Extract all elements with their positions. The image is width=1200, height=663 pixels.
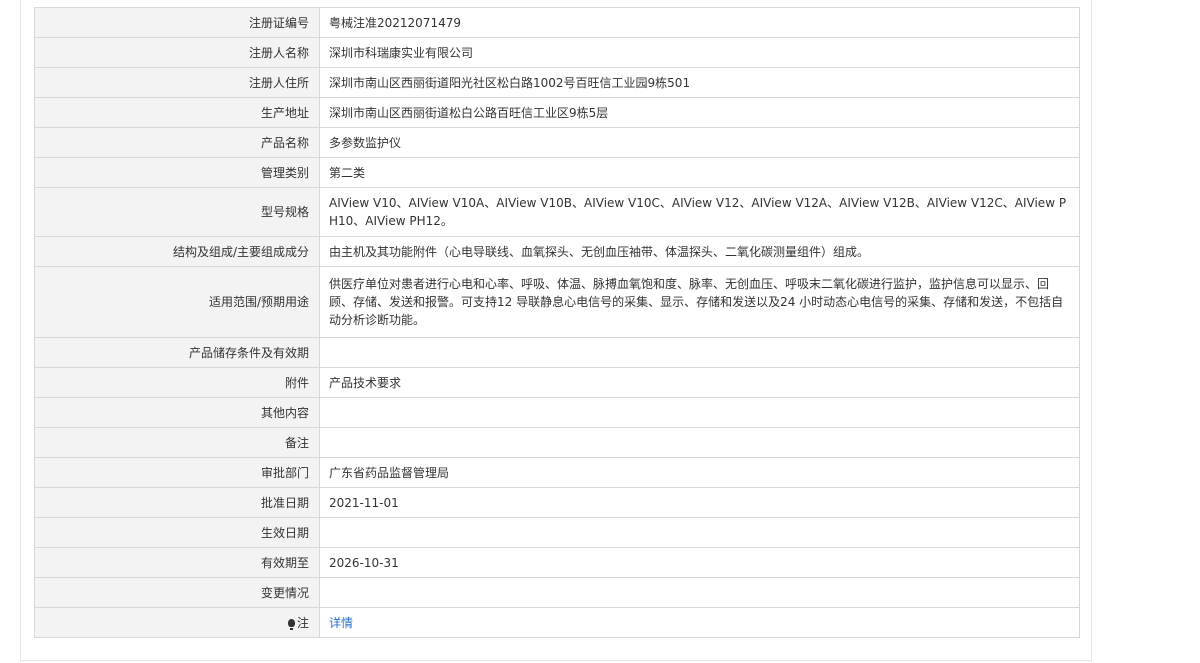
row-label: 注册证编号 <box>34 7 320 38</box>
row-label: 注册人名称 <box>34 37 320 68</box>
table-row: 注册证编号 粤械注准20212071479 <box>34 7 1080 38</box>
row-value: 粤械注准20212071479 <box>319 7 1080 38</box>
row-value: 深圳市南山区西丽街道阳光社区松白路1002号百旺信工业园9栋501 <box>319 67 1080 98</box>
row-value: AIView V10、AIView V10A、AIView V10B、AIVie… <box>319 187 1080 237</box>
row-value <box>319 337 1080 368</box>
table-row: 结构及组成/主要组成成分 由主机及其功能附件（心电导联线、血氧探头、无创血压袖带… <box>34 236 1080 267</box>
row-label: 有效期至 <box>34 547 320 578</box>
row-value: 2026-10-31 <box>319 547 1080 578</box>
table-row: 产品名称 多参数监护仪 <box>34 127 1080 158</box>
table-row: 其他内容 <box>34 397 1080 428</box>
row-value <box>319 577 1080 608</box>
row-label: 结构及组成/主要组成成分 <box>34 236 320 267</box>
row-value: 深圳市南山区西丽街道松白公路百旺信工业区9栋5层 <box>319 97 1080 128</box>
row-value: 多参数监护仪 <box>319 127 1080 158</box>
row-label: 型号规格 <box>34 187 320 237</box>
table-row: 审批部门 广东省药品监督管理局 <box>34 457 1080 488</box>
row-label: 产品名称 <box>34 127 320 158</box>
row-label: 审批部门 <box>34 457 320 488</box>
table-row: 批准日期 2021-11-01 <box>34 487 1080 518</box>
note-label-cell: 注 <box>34 607 320 638</box>
registration-info-table: 注册证编号 粤械注准20212071479 注册人名称 深圳市科瑞康实业有限公司… <box>34 7 1080 638</box>
row-value: 2021-11-01 <box>319 487 1080 518</box>
row-label: 附件 <box>34 367 320 398</box>
row-label: 生效日期 <box>34 517 320 548</box>
table-row: 变更情况 <box>34 577 1080 608</box>
row-value: 由主机及其功能附件（心电导联线、血氧探头、无创血压袖带、体温探头、二氧化碳测量组… <box>319 236 1080 267</box>
row-label: 管理类别 <box>34 157 320 188</box>
row-value <box>319 517 1080 548</box>
table-row: 产品储存条件及有效期 <box>34 337 1080 368</box>
bulb-icon <box>287 618 295 630</box>
detail-link[interactable]: 详情 <box>329 616 353 630</box>
note-row: 注 详情 <box>34 607 1080 638</box>
row-value <box>319 397 1080 428</box>
table-row: 管理类别 第二类 <box>34 157 1080 188</box>
table-row: 附件 产品技术要求 <box>34 367 1080 398</box>
table-row: 注册人住所 深圳市南山区西丽街道阳光社区松白路1002号百旺信工业园9栋501 <box>34 67 1080 98</box>
row-value <box>319 427 1080 458</box>
note-value-cell: 详情 <box>319 607 1080 638</box>
table-row: 备注 <box>34 427 1080 458</box>
row-value: 第二类 <box>319 157 1080 188</box>
note-label: 注 <box>296 615 309 630</box>
row-label: 适用范围/预期用途 <box>34 266 320 338</box>
row-value: 供医疗单位对患者进行心电和心率、呼吸、体温、脉搏血氧饱和度、脉率、无创血压、呼吸… <box>319 266 1080 338</box>
row-label: 备注 <box>34 427 320 458</box>
row-label: 批准日期 <box>34 487 320 518</box>
table-row: 生效日期 <box>34 517 1080 548</box>
row-label: 其他内容 <box>34 397 320 428</box>
row-label: 变更情况 <box>34 577 320 608</box>
table-row: 有效期至 2026-10-31 <box>34 547 1080 578</box>
row-value: 深圳市科瑞康实业有限公司 <box>319 37 1080 68</box>
table-row: 注册人名称 深圳市科瑞康实业有限公司 <box>34 37 1080 68</box>
row-label: 注册人住所 <box>34 67 320 98</box>
row-value: 广东省药品监督管理局 <box>319 457 1080 488</box>
row-value: 产品技术要求 <box>319 367 1080 398</box>
table-row: 生产地址 深圳市南山区西丽街道松白公路百旺信工业区9栋5层 <box>34 97 1080 128</box>
table-row: 型号规格 AIView V10、AIView V10A、AIView V10B、… <box>34 187 1080 237</box>
row-label: 产品储存条件及有效期 <box>34 337 320 368</box>
table-row: 适用范围/预期用途 供医疗单位对患者进行心电和心率、呼吸、体温、脉搏血氧饱和度、… <box>34 266 1080 338</box>
page: 注册证编号 粤械注准20212071479 注册人名称 深圳市科瑞康实业有限公司… <box>0 0 1200 663</box>
row-label: 生产地址 <box>34 97 320 128</box>
